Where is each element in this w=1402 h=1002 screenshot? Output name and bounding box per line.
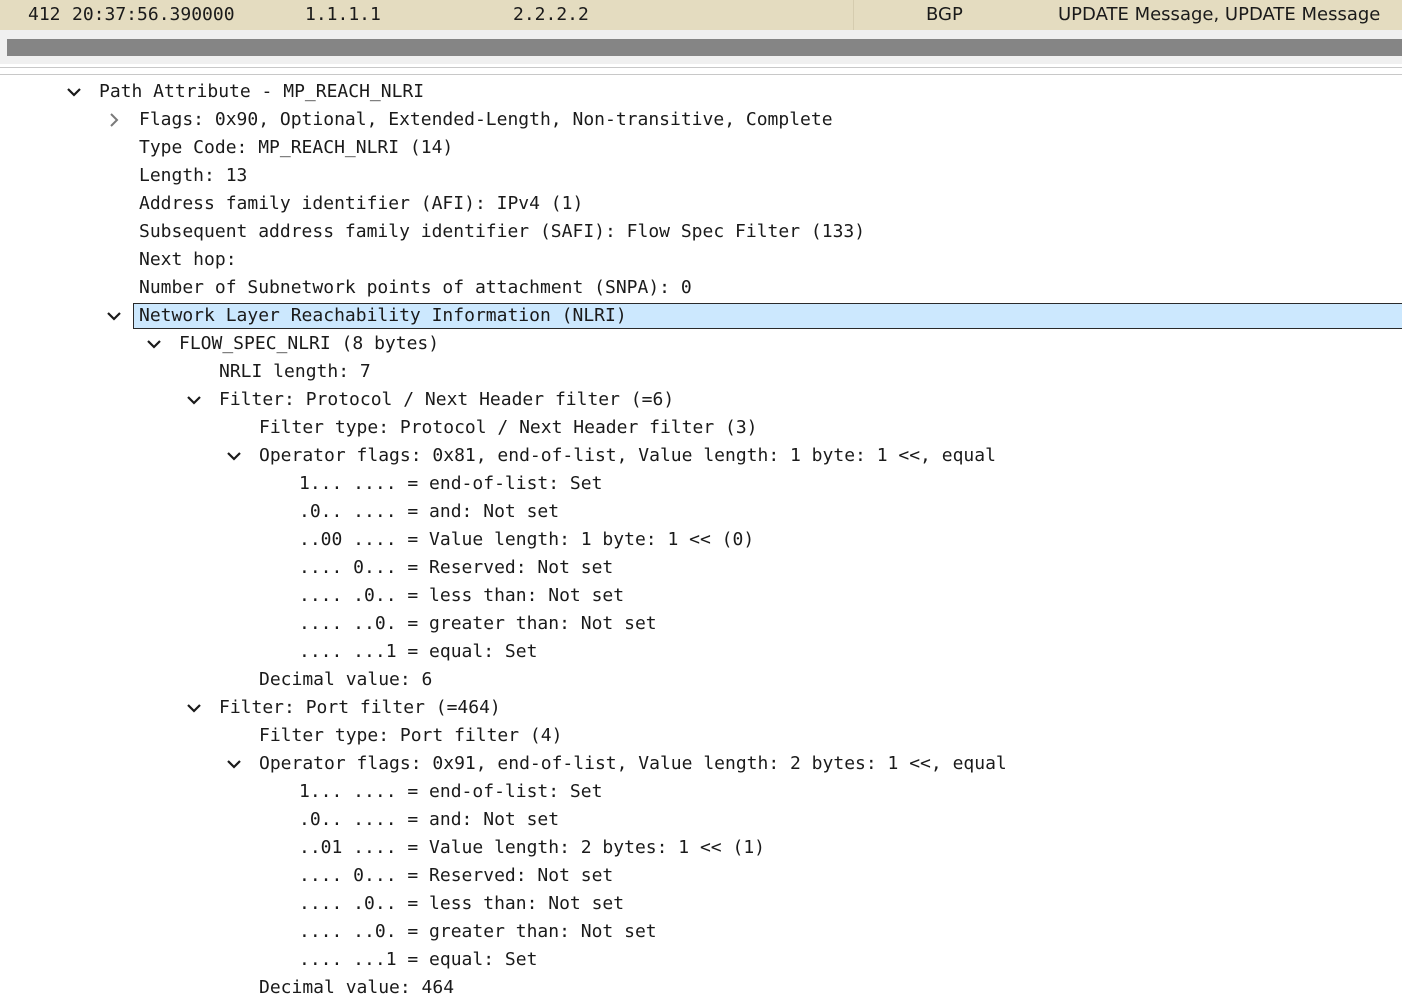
tree-row-label: Decimal value: 6	[259, 669, 433, 690]
packet-destination: 2.2.2.2	[513, 4, 589, 25]
tree-row[interactable]: 1... .... = end-of-list: Set	[0, 778, 1402, 806]
tree-row-label: Filter: Protocol / Next Header filter (=…	[219, 389, 675, 410]
tree-row-label: .... ..0. = greater than: Not set	[299, 921, 657, 942]
tree-row[interactable]: Filter: Port filter (=464)	[0, 694, 1402, 722]
tree-row[interactable]: Filter type: Port filter (4)	[0, 722, 1402, 750]
chevron-down-icon[interactable]	[180, 386, 208, 414]
tree-row-label: Decimal value: 464	[259, 977, 455, 998]
tree-row[interactable]: ..00 .... = Value length: 1 byte: 1 << (…	[0, 526, 1402, 554]
tree-row-label: 1... .... = end-of-list: Set	[299, 781, 603, 802]
tree-row-label: Number of Subnetwork points of attachmen…	[139, 277, 692, 298]
tree-row-label: .... .0.. = less than: Not set	[299, 893, 625, 914]
chevron-down-icon[interactable]	[180, 694, 208, 722]
tree-row[interactable]: Path Attribute - MP_REACH_NLRI	[0, 78, 1402, 106]
tree-row[interactable]: Next hop:	[0, 246, 1402, 274]
tree-row-label: .... 0... = Reserved: Not set	[299, 865, 614, 886]
tree-row[interactable]: Type Code: MP_REACH_NLRI (14)	[0, 134, 1402, 162]
tree-row-label: 1... .... = end-of-list: Set	[299, 473, 603, 494]
tree-row[interactable]: .... ...1 = equal: Set	[0, 946, 1402, 974]
tree-row-label: .0.. .... = and: Not set	[299, 501, 560, 522]
packet-protocol: BGP	[926, 4, 963, 25]
tree-row-label: Filter type: Protocol / Next Header filt…	[259, 417, 758, 438]
tree-row-label: ..00 .... = Value length: 1 byte: 1 << (…	[299, 529, 755, 550]
tree-row[interactable]: Subsequent address family identifier (SA…	[0, 218, 1402, 246]
tree-row[interactable]: ..01 .... = Value length: 2 bytes: 1 << …	[0, 834, 1402, 862]
tree-row[interactable]: 1... .... = end-of-list: Set	[0, 470, 1402, 498]
tree-row-label: ..01 .... = Value length: 2 bytes: 1 << …	[299, 837, 765, 858]
chevron-down-icon[interactable]	[220, 750, 248, 778]
tree-row-label: Next hop:	[139, 249, 237, 270]
tree-row-label: .... ...1 = equal: Set	[299, 641, 538, 662]
tree-row[interactable]: Network Layer Reachability Information (…	[0, 302, 1402, 330]
tree-row-label: .0.. .... = and: Not set	[299, 809, 560, 830]
tree-row[interactable]: Filter: Protocol / Next Header filter (=…	[0, 386, 1402, 414]
tree-row[interactable]: NRLI length: 7	[0, 358, 1402, 386]
tree-row[interactable]: .... ..0. = greater than: Not set	[0, 610, 1402, 638]
tree-row-label: Operator flags: 0x81, end-of-list, Value…	[259, 445, 996, 466]
packet-list-horizontal-scrollbar[interactable]	[0, 30, 1402, 64]
tree-row[interactable]: Address family identifier (AFI): IPv4 (1…	[0, 190, 1402, 218]
tree-row-label: Address family identifier (AFI): IPv4 (1…	[139, 193, 584, 214]
tree-row-label: NRLI length: 7	[219, 361, 371, 382]
packet-list-row[interactable]: 412 20:37:56.390000 1.1.1.1 2.2.2.2 BGP …	[0, 0, 1402, 31]
tree-row-label: FLOW_SPEC_NLRI (8 bytes)	[179, 333, 440, 354]
tree-row-label: Type Code: MP_REACH_NLRI (14)	[139, 137, 454, 158]
tree-row[interactable]: Length: 13	[0, 162, 1402, 190]
chevron-down-icon[interactable]	[140, 330, 168, 358]
tree-row[interactable]: Decimal value: 464	[0, 974, 1402, 1002]
tree-row[interactable]: .0.. .... = and: Not set	[0, 498, 1402, 526]
tree-row-label: Path Attribute - MP_REACH_NLRI	[99, 81, 425, 102]
chevron-down-icon[interactable]	[220, 442, 248, 470]
tree-row-label: Operator flags: 0x91, end-of-list, Value…	[259, 753, 1007, 774]
chevron-down-icon[interactable]	[60, 78, 88, 106]
tree-row[interactable]: .... .0.. = less than: Not set	[0, 582, 1402, 610]
tree-row-label: .... ...1 = equal: Set	[299, 949, 538, 970]
column-separator	[853, 0, 854, 30]
tree-row[interactable]: FLOW_SPEC_NLRI (8 bytes)	[0, 330, 1402, 358]
scrollbar-thumb[interactable]	[7, 39, 1402, 56]
chevron-right-icon[interactable]	[100, 106, 128, 134]
packet-details-tree[interactable]: Path Attribute - MP_REACH_NLRI Flags: 0x9…	[0, 78, 1402, 1002]
tree-row[interactable]: .... ...1 = equal: Set	[0, 638, 1402, 666]
tree-row[interactable]: .... .0.. = less than: Not set	[0, 890, 1402, 918]
tree-row[interactable]: .0.. .... = and: Not set	[0, 806, 1402, 834]
chevron-down-icon[interactable]	[100, 302, 128, 330]
packet-info: UPDATE Message, UPDATE Message	[1058, 4, 1381, 25]
tree-row-label: Filter: Port filter (=464)	[219, 697, 501, 718]
tree-row-label: .... 0... = Reserved: Not set	[299, 557, 614, 578]
tree-row[interactable]: Flags: 0x90, Optional, Extended-Length, …	[0, 106, 1402, 134]
tree-row[interactable]: .... ..0. = greater than: Not set	[0, 918, 1402, 946]
tree-row-label: .... ..0. = greater than: Not set	[299, 613, 657, 634]
tree-row[interactable]: .... 0... = Reserved: Not set	[0, 554, 1402, 582]
tree-row-label: Subsequent address family identifier (SA…	[139, 221, 866, 242]
pane-divider[interactable]	[0, 67, 1402, 68]
tree-row[interactable]: Filter type: Protocol / Next Header filt…	[0, 414, 1402, 442]
packet-number: 412	[28, 4, 61, 25]
tree-row[interactable]: .... 0... = Reserved: Not set	[0, 862, 1402, 890]
tree-row[interactable]: Operator flags: 0x81, end-of-list, Value…	[0, 442, 1402, 470]
tree-row[interactable]: Decimal value: 6	[0, 666, 1402, 694]
tree-row-label: Network Layer Reachability Information (…	[139, 305, 627, 326]
packet-time: 20:37:56.390000	[72, 4, 235, 25]
tree-row-label: Filter type: Port filter (4)	[259, 725, 563, 746]
tree-row[interactable]: Operator flags: 0x91, end-of-list, Value…	[0, 750, 1402, 778]
tree-row-label: Length: 13	[139, 165, 248, 186]
tree-row-label: Flags: 0x90, Optional, Extended-Length, …	[139, 109, 833, 130]
pane-divider-lower	[0, 74, 1402, 75]
tree-row-label: .... .0.. = less than: Not set	[299, 585, 625, 606]
tree-row[interactable]: Number of Subnetwork points of attachmen…	[0, 274, 1402, 302]
packet-source: 1.1.1.1	[305, 4, 381, 25]
